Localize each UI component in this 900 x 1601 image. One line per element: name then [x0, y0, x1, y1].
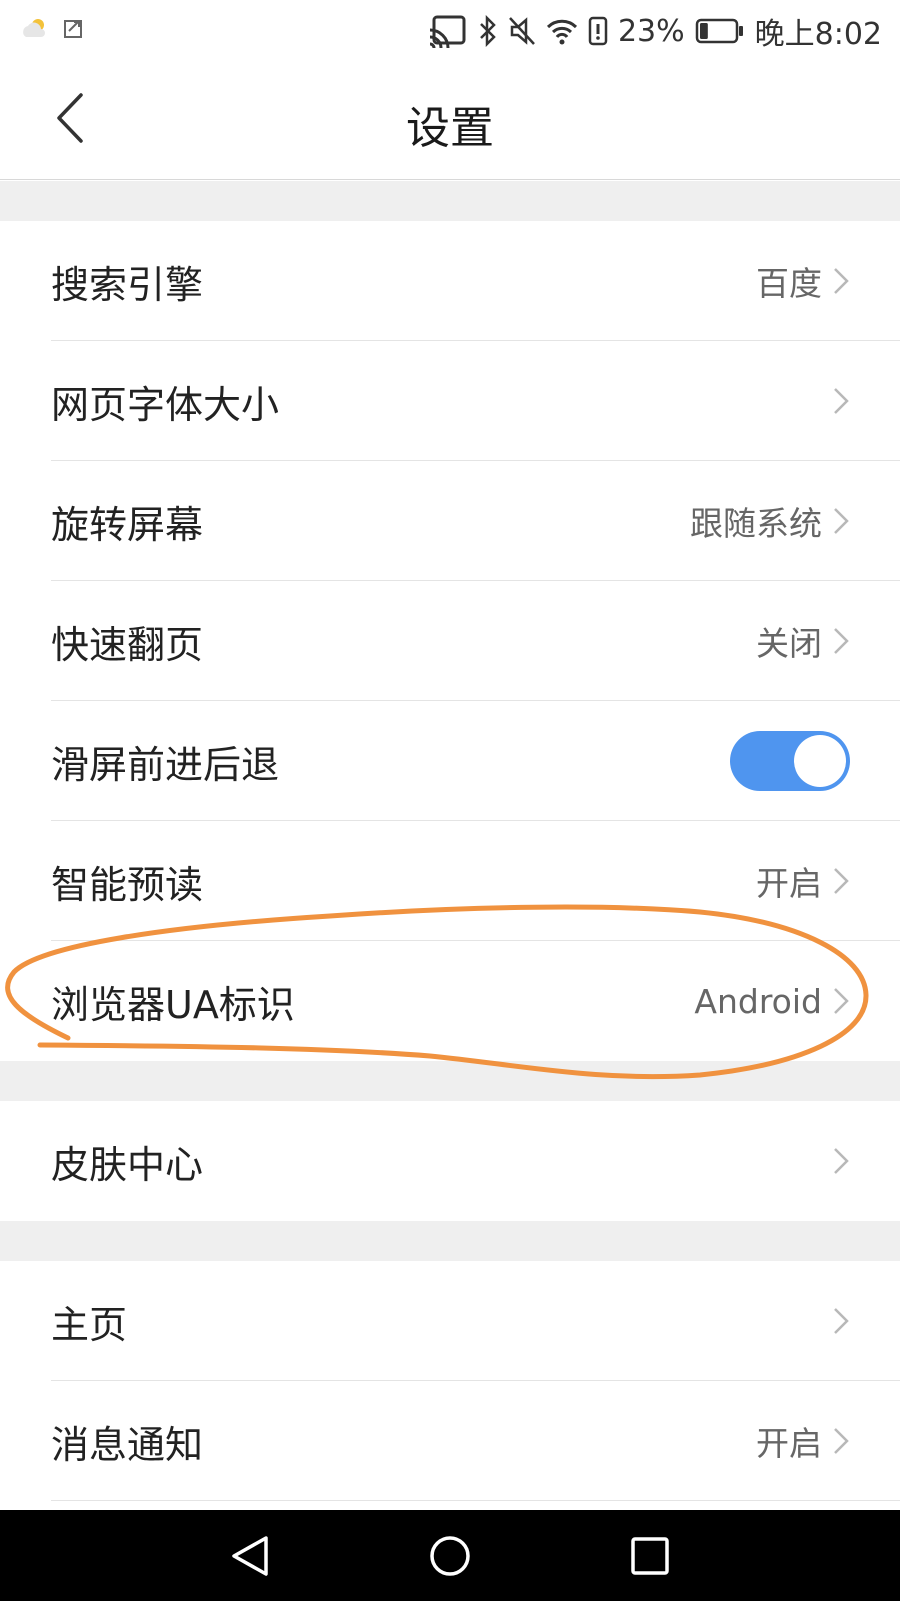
chevron-right-icon: [834, 1428, 849, 1454]
chevron-right-icon: [834, 388, 849, 414]
setting-value: 百度: [756, 264, 822, 303]
header: 设置: [0, 62, 900, 180]
cast-icon: [428, 14, 468, 48]
setting-value: 开启: [756, 864, 822, 903]
page-title: 设置: [406, 103, 494, 154]
alert-icon: [588, 16, 608, 46]
square-recents-icon: [631, 1537, 669, 1575]
chevron-right-icon: [834, 1148, 849, 1174]
bluetooth-icon: [478, 15, 498, 47]
setting-value: 关闭: [756, 624, 822, 663]
battery-percent: 23%: [617, 13, 685, 49]
setting-homepage[interactable]: 主页: [0, 1261, 900, 1381]
setting-quick-page-turn[interactable]: 快速翻页 关闭: [0, 581, 900, 701]
wifi-icon: [546, 17, 578, 45]
chevron-right-icon: [834, 1308, 849, 1334]
weather-cloud-icon: [20, 17, 48, 43]
setting-label: 网页字体大小: [51, 382, 280, 427]
section-gap: [0, 181, 900, 221]
setting-label: 消息通知: [51, 1422, 204, 1467]
setting-value: 跟随系统: [690, 504, 822, 543]
settings-group-general: 搜索引擎 百度 网页字体大小 旋转屏幕 跟随系统 快速翻页 关闭 滑屏前进后退 …: [0, 221, 900, 1061]
setting-label: 智能预读: [51, 862, 204, 907]
settings-group-skin: 皮肤中心: [0, 1101, 900, 1221]
setting-label: 滑屏前进后退: [51, 742, 280, 787]
mute-icon: [508, 16, 536, 46]
setting-smart-preload[interactable]: 智能预读 开启: [0, 821, 900, 941]
chevron-right-icon: [834, 628, 849, 654]
setting-label: 皮肤中心: [51, 1142, 204, 1187]
status-bar: 23% 晚上8:02: [0, 0, 900, 62]
setting-value: 开启: [756, 1424, 822, 1463]
clock: 晚上8:02: [754, 17, 882, 52]
setting-label: 主页: [51, 1302, 128, 1347]
circle-home-icon: [430, 1536, 470, 1576]
setting-label: 搜索引擎: [51, 262, 204, 307]
setting-search-engine[interactable]: 搜索引擎 百度: [0, 221, 900, 341]
setting-label: 旋转屏幕: [51, 502, 204, 547]
setting-rotate-screen[interactable]: 旋转屏幕 跟随系统: [0, 461, 900, 581]
settings-group-other: 主页 消息通知 开启: [0, 1261, 900, 1501]
section-gap: [0, 1061, 900, 1101]
setting-value: Android: [694, 981, 822, 1021]
setting-swipe-navigation: 滑屏前进后退: [0, 701, 900, 821]
section-gap: [0, 1221, 900, 1261]
setting-browser-ua[interactable]: 浏览器UA标识 Android: [0, 941, 900, 1061]
nav-recents-button[interactable]: [618, 1524, 682, 1588]
system-nav-bar: [0, 1510, 900, 1601]
setting-font-size[interactable]: 网页字体大小: [0, 341, 900, 461]
chevron-right-icon: [834, 508, 849, 534]
triangle-back-icon: [232, 1536, 268, 1576]
setting-label: 快速翻页: [51, 622, 204, 667]
setting-skin-center[interactable]: 皮肤中心: [0, 1101, 900, 1221]
battery-icon: [695, 18, 745, 44]
nav-home-button[interactable]: [418, 1524, 482, 1588]
toggle-knob: [794, 735, 846, 787]
setting-notifications[interactable]: 消息通知 开启: [0, 1381, 900, 1501]
chevron-right-icon: [834, 268, 849, 294]
chevron-right-icon: [834, 868, 849, 894]
nav-back-button[interactable]: [218, 1524, 282, 1588]
chevron-right-icon: [834, 988, 849, 1014]
screenshot-icon: [62, 16, 86, 44]
swipe-navigation-toggle[interactable]: [730, 731, 850, 791]
setting-label: 浏览器UA标识: [51, 982, 295, 1027]
